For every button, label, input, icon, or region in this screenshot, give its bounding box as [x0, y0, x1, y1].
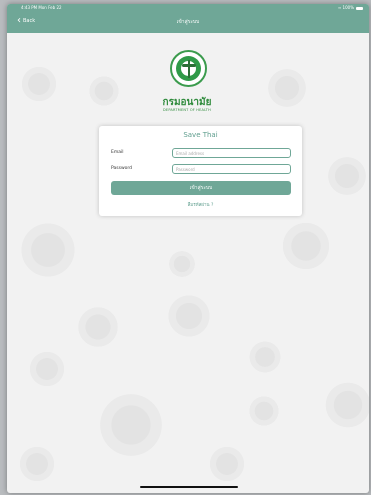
- status-time: 4:43 PM Mon Feb 22: [21, 5, 62, 10]
- virus-pattern-icon: [165, 292, 213, 340]
- virus-pattern-icon: [207, 444, 247, 484]
- app-screen: 4:43 PM Mon Feb 22 ≈ 100% ‹ Back เข้าสู่…: [7, 4, 369, 493]
- virus-pattern-icon: [322, 379, 369, 431]
- battery-icon: [356, 6, 363, 10]
- virus-pattern-icon: [75, 304, 121, 350]
- virus-pattern-icon: [265, 66, 309, 110]
- virus-pattern-icon: [247, 394, 281, 428]
- virus-pattern-icon: [95, 389, 167, 461]
- password-label: Password: [111, 166, 133, 171]
- virus-pattern-icon: [279, 219, 333, 273]
- virus-pattern-icon: [17, 219, 79, 281]
- home-indicator[interactable]: [140, 486, 238, 488]
- nav-title: เข้าสู่ระบบ: [176, 19, 200, 25]
- virus-pattern-icon: [27, 349, 67, 389]
- department-of-health-emblem-icon: [170, 50, 207, 87]
- virus-pattern-icon: [19, 64, 59, 104]
- login-title: Save Thai: [183, 131, 218, 139]
- org-name-english: DEPARTMENT OF HEALTH: [163, 108, 211, 112]
- password-field[interactable]: [172, 164, 291, 174]
- virus-pattern-icon: [247, 339, 283, 375]
- status-indicators: ≈ 100%: [338, 4, 363, 12]
- forgot-password-link[interactable]: ลืมรหัสผ่าน ?: [99, 201, 302, 208]
- login-button[interactable]: เข้าสู่ระบบ: [111, 181, 291, 195]
- virus-pattern-icon: [325, 154, 369, 198]
- virus-pattern-icon: [87, 74, 121, 108]
- navigation-bar: ‹ Back เข้าสู่ระบบ: [7, 12, 369, 33]
- email-label: Email: [111, 150, 124, 155]
- virus-pattern-icon: [167, 249, 197, 279]
- virus-pattern-icon: [17, 444, 57, 484]
- login-card: Save Thai Email Password เข้าสู่ระบบ ลืม…: [99, 126, 302, 216]
- wifi-icon: ≈ 100%: [337, 5, 354, 10]
- email-field[interactable]: [172, 148, 291, 158]
- status-bar: 4:43 PM Mon Feb 22 ≈ 100%: [7, 4, 369, 12]
